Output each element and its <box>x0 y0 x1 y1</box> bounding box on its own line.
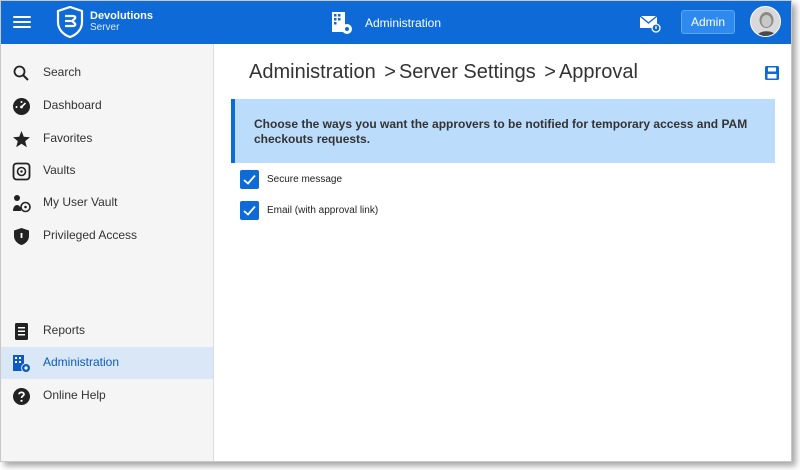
main-content: Administration > Server Settings > Approva… <box>215 44 791 461</box>
top-bar: Devolutions Server Administration Admin <box>1 1 791 44</box>
sidebar: Search Dashboard Favorites Vaults My Use… <box>1 44 214 461</box>
user-avatar[interactable] <box>750 6 781 37</box>
section-header: Administration <box>331 11 441 35</box>
sidebar-item-label: My User Vault <box>43 195 118 209</box>
sidebar-item-my-user-vault[interactable]: My User Vault <box>1 187 213 219</box>
vault-icon <box>12 162 31 181</box>
breadcrumb-server-settings[interactable]: Server Settings <box>399 61 536 83</box>
sidebar-item-label: Administration <box>43 355 120 369</box>
help-icon <box>13 388 30 405</box>
breadcrumb-separator: > <box>544 61 556 83</box>
breadcrumb-separator: > <box>384 61 396 83</box>
sidebar-item-label: Privileged Access <box>43 228 138 242</box>
sidebar-item-label: Online Help <box>43 388 106 402</box>
email-checkbox[interactable] <box>240 200 259 220</box>
sidebar-item-label: Favorites <box>43 131 93 145</box>
sidebar-item-label: Dashboard <box>43 98 102 112</box>
hamburger-menu-icon[interactable] <box>13 13 31 31</box>
sidebar-item-label: Search <box>43 65 82 79</box>
secure-message-checkbox[interactable] <box>240 169 259 189</box>
brand-product: Server <box>90 22 120 33</box>
sidebar-item-administration[interactable]: Administration <box>1 347 213 379</box>
sidebar-item-search[interactable]: Search <box>1 57 213 89</box>
sidebar-item-online-help[interactable]: Online Help <box>1 380 213 412</box>
search-icon <box>13 65 29 81</box>
star-icon <box>13 131 30 148</box>
breadcrumb: Administration > Server Settings > Approva… <box>249 61 638 84</box>
secure-message-label: Secure message <box>267 173 343 185</box>
report-icon <box>15 323 28 340</box>
sidebar-item-label: Vaults <box>43 163 76 177</box>
notifications-mail-icon[interactable] <box>639 13 661 33</box>
brand-logo[interactable]: Devolutions Server <box>56 6 153 38</box>
sidebar-item-label: Reports <box>43 323 86 337</box>
email-label: Email (with approval link) <box>267 204 379 216</box>
shield-icon <box>14 228 29 245</box>
sidebar-item-privileged-access[interactable]: Privileged Access <box>1 220 213 252</box>
section-title: Administration <box>365 16 442 30</box>
administration-icon <box>13 355 31 373</box>
sidebar-item-reports[interactable]: Reports <box>1 315 213 347</box>
info-message: Choose the ways you want the approvers t… <box>254 117 748 146</box>
option-secure-message[interactable]: Secure message <box>240 169 342 189</box>
app-window: Devolutions Server Administration Admin … <box>0 0 792 462</box>
dashboard-icon <box>13 98 30 115</box>
save-icon[interactable] <box>764 65 780 81</box>
info-banner: Choose the ways you want the approvers t… <box>231 99 775 163</box>
breadcrumb-administration[interactable]: Administration <box>249 61 376 83</box>
administration-building-icon <box>332 12 352 34</box>
user-vault-icon <box>13 195 31 213</box>
user-account-button[interactable]: Admin <box>681 10 735 34</box>
sidebar-item-favorites[interactable]: Favorites <box>1 123 213 155</box>
brand-name: Devolutions <box>90 10 153 22</box>
option-email[interactable]: Email (with approval link) <box>240 200 378 220</box>
breadcrumb-approval: Approval <box>558 61 638 83</box>
sidebar-item-vaults[interactable]: Vaults <box>1 155 213 187</box>
sidebar-item-dashboard[interactable]: Dashboard <box>1 90 213 122</box>
devolutions-shield-icon <box>56 6 84 38</box>
